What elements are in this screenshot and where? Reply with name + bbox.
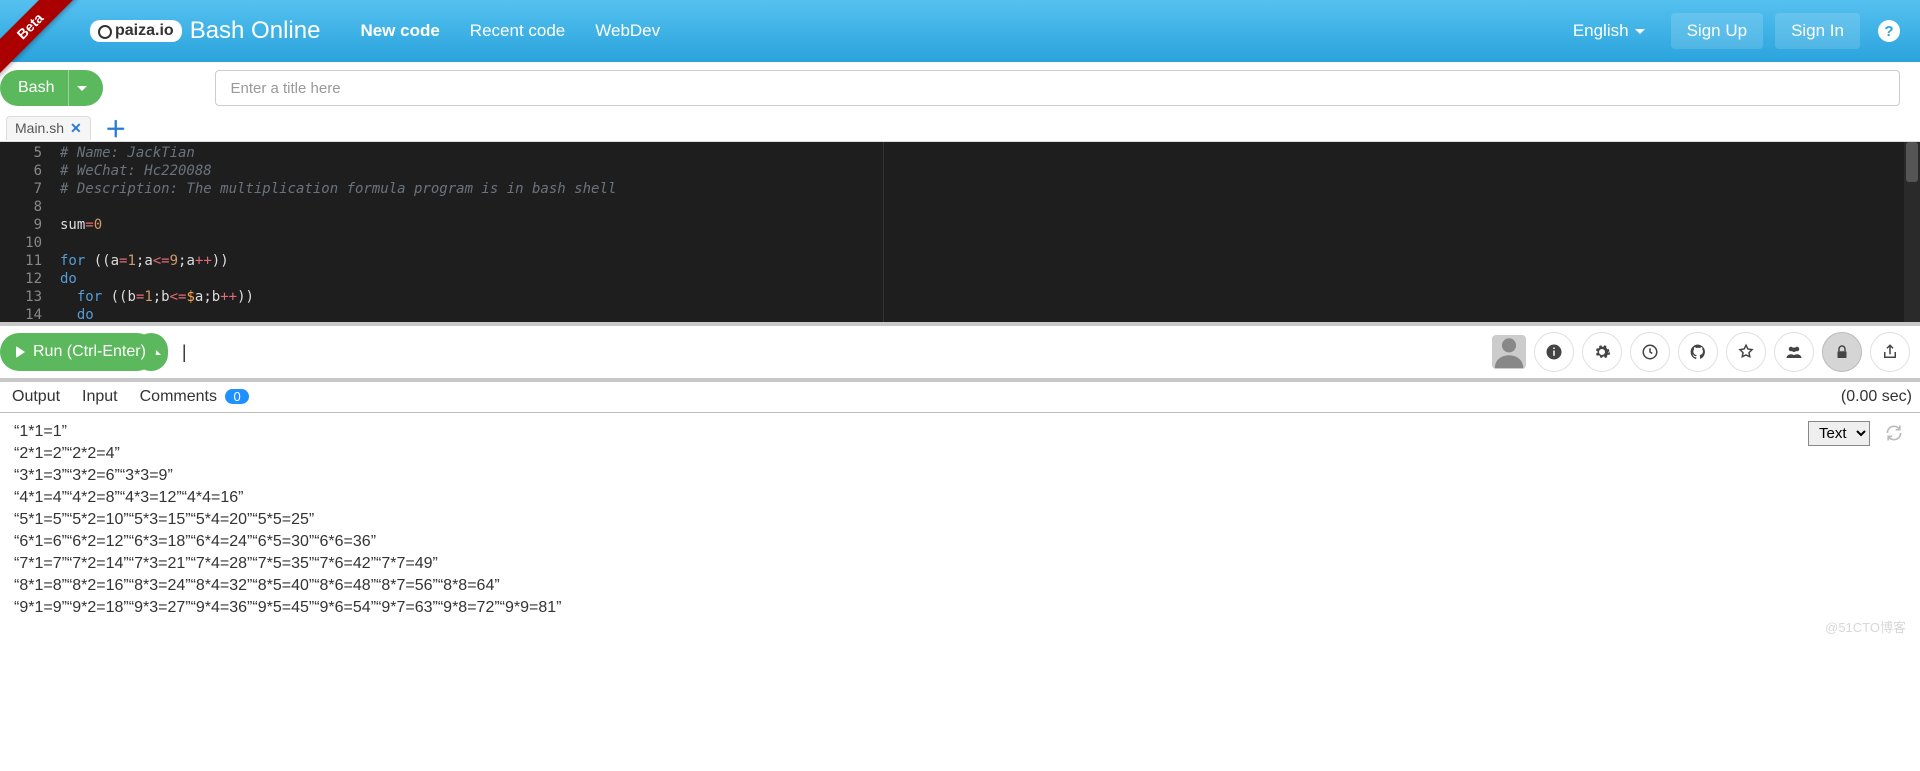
run-bar: Run (Ctrl-Enter) | [0,326,1920,378]
run-button-label: Run (Ctrl-Enter) [33,343,146,361]
input-tab[interactable]: Input [78,386,122,408]
editor-gutter: 567891011121314 [0,142,50,322]
info-icon[interactable] [1534,332,1574,372]
language-pill-label: Bash [18,79,54,97]
language-label: English [1573,21,1629,41]
play-icon [16,346,25,358]
output-panel: Text “1*1=1”“2*1=2”“2*2=4”“3*1=3”“3*2=6”… [0,412,1920,642]
star-icon[interactable] [1726,332,1766,372]
nav-webdev[interactable]: WebDev [595,21,660,41]
page-title: Bash Online [190,17,321,45]
nav-right: English Sign Up Sign In ? [1559,13,1900,49]
output-text: “1*1=1”“2*1=2”“2*2=4”“3*1=3”“3*2=6”“3*3=… [14,423,1906,617]
avatar[interactable] [1492,335,1526,369]
gear-icon[interactable] [1582,332,1622,372]
run-button[interactable]: Run (Ctrl-Enter) [0,333,156,371]
editor-code[interactable]: # Name: JackTian# WeChat: Hc220088# Desc… [50,142,1920,322]
output-tab[interactable]: Output [8,386,64,408]
nav-new-code[interactable]: New code [360,21,439,41]
caret-down-icon [77,86,87,91]
brand-logo[interactable]: paiza.io [90,20,182,42]
editor-split-line [883,142,884,322]
github-icon[interactable] [1678,332,1718,372]
sign-up-button[interactable]: Sign Up [1671,13,1763,49]
code-editor[interactable]: 567891011121314 # Name: JackTian# WeChat… [0,142,1920,322]
scrollbar-thumb[interactable] [1906,142,1918,182]
title-input[interactable] [215,70,1900,106]
help-icon[interactable]: ? [1878,20,1900,42]
caret-down-icon [1635,29,1645,34]
run-button-group: Run (Ctrl-Enter) [0,333,168,371]
language-pill[interactable]: Bash [0,70,103,106]
nav-links: New code Recent code WebDev [360,21,660,41]
language-pill-dropdown[interactable] [68,70,95,106]
lock-icon[interactable] [1822,332,1862,372]
output-format-select[interactable]: Text [1808,421,1870,446]
language-selector[interactable]: English [1559,13,1659,49]
history-icon[interactable] [1630,332,1670,372]
editor-scrollbar[interactable] [1904,142,1920,322]
sign-in-button[interactable]: Sign In [1775,13,1860,49]
comments-tab[interactable]: Comments 0 [136,386,253,408]
logo-orb-icon [98,25,112,39]
output-controls: Text [1808,419,1908,447]
file-tab-label: Main.sh [15,120,64,136]
top-navbar: Beta paiza.io Bash Online New code Recen… [0,0,1920,62]
run-cursor: | [182,342,187,363]
file-tab[interactable]: Main.sh ✕ [6,116,91,140]
comments-tab-label: Comments [140,388,217,405]
close-icon[interactable]: ✕ [70,120,82,137]
title-bar: Bash [0,62,1920,114]
timing-label: (0.00 sec) [1841,388,1912,406]
watermark: @51CTO博客 [1825,617,1906,636]
file-tab-row: Main.sh ✕ ＋ [0,114,1920,142]
brand-logo-text: paiza.io [115,22,174,40]
add-tab-button[interactable]: ＋ [105,112,127,144]
comments-count-badge: 0 [225,389,248,404]
nav-recent-code[interactable]: Recent code [470,21,565,41]
share-icon[interactable] [1870,332,1910,372]
group-icon[interactable] [1774,332,1814,372]
refresh-icon[interactable] [1880,419,1908,447]
output-tab-row: Output Input Comments 0 (0.00 sec) [0,382,1920,412]
run-bar-wrap: Run (Ctrl-Enter) | [0,322,1920,382]
title-input-wrap [215,70,1900,106]
